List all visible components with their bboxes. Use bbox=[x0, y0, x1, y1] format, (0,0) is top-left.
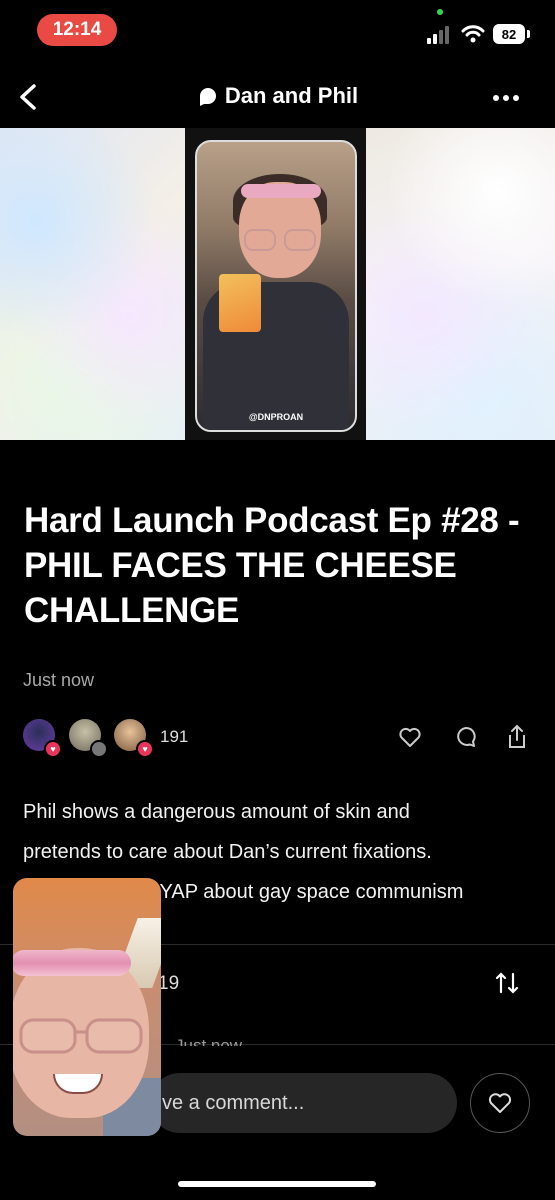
reaction-badge bbox=[90, 740, 108, 758]
home-indicator[interactable] bbox=[178, 1181, 376, 1187]
phone-video-frame: @DNPROAN bbox=[195, 140, 357, 432]
video-handle: @DNPROAN bbox=[248, 412, 304, 422]
like-button[interactable] bbox=[397, 724, 423, 750]
post-media[interactable]: @DNPROAN bbox=[0, 128, 555, 440]
camera-indicator-dot bbox=[437, 9, 443, 15]
post-body-line: Phil shows a dangerous amount of skin an… bbox=[23, 801, 410, 823]
creator-header[interactable]: Dan and Phil bbox=[0, 83, 555, 109]
sort-icon[interactable] bbox=[494, 970, 520, 996]
comment-placeholder: ve a comment... bbox=[162, 1091, 305, 1114]
patreon-logo-icon bbox=[199, 88, 216, 106]
pip-headband bbox=[13, 950, 131, 976]
heart-icon bbox=[399, 727, 421, 747]
share-icon bbox=[509, 724, 525, 748]
video-thumbnail: @DNPROAN bbox=[185, 128, 366, 440]
creator-name: Dan and Phil bbox=[224, 83, 359, 108]
cheese-card bbox=[219, 274, 261, 332]
heart-icon bbox=[488, 1093, 512, 1113]
post-title: Hard Launch Podcast Ep #28 - PHIL FACES … bbox=[24, 501, 520, 630]
heart-reaction-badge: ♥ bbox=[136, 740, 154, 758]
battery-icon: 82 bbox=[493, 24, 525, 44]
battery-nub bbox=[527, 30, 530, 38]
pip-glasses bbox=[19, 1018, 143, 1054]
like-count: 191 bbox=[160, 727, 189, 746]
holographic-background-right bbox=[366, 128, 555, 440]
post-timestamp: Just now bbox=[23, 670, 95, 690]
cellular-signal-icon bbox=[427, 26, 449, 44]
picture-in-picture-video[interactable] bbox=[13, 878, 161, 1136]
comments-count: 19 bbox=[158, 973, 180, 994]
post-body-line: pretends to care about Dan’s current fix… bbox=[23, 841, 432, 863]
holographic-background-left bbox=[0, 128, 185, 440]
heart-button[interactable] bbox=[470, 1073, 530, 1133]
status-time: 12:14 bbox=[37, 14, 117, 46]
wifi-icon bbox=[461, 25, 485, 43]
comment-button[interactable] bbox=[453, 724, 479, 750]
more-options-icon[interactable] bbox=[492, 94, 520, 102]
heart-reaction-badge: ♥ bbox=[44, 740, 62, 758]
glasses-shape bbox=[244, 229, 316, 251]
comment-icon bbox=[457, 726, 476, 747]
person-headband bbox=[241, 184, 321, 198]
comment-input[interactable]: ve a comment... bbox=[150, 1073, 457, 1133]
comment-timestamp: Just now bbox=[175, 1036, 243, 1046]
share-button[interactable] bbox=[504, 724, 530, 750]
